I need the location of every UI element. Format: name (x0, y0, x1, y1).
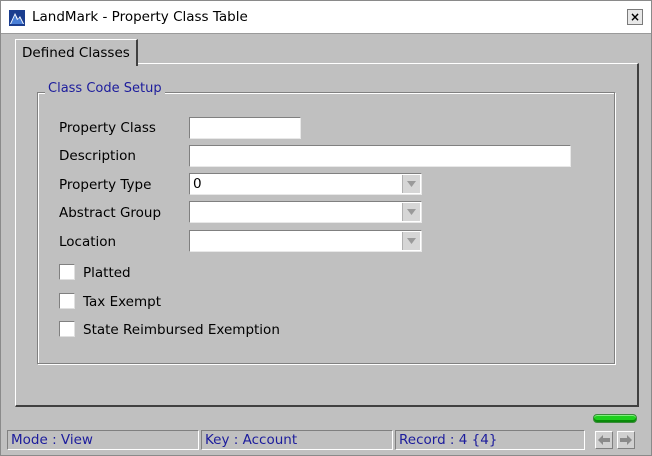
abstract-group-label: Abstract Group (59, 205, 162, 221)
description-label: Description (59, 148, 136, 164)
status-mode: Mode : View (7, 430, 199, 450)
next-record-button[interactable] (617, 431, 635, 449)
property-class-label: Property Class (59, 120, 156, 136)
property-type-select[interactable]: 0 (189, 173, 422, 195)
group-legend: Class Code Setup (45, 81, 165, 96)
description-input[interactable] (189, 145, 571, 167)
tab-defined-classes[interactable]: Defined Classes (15, 39, 138, 66)
property-class-window: LandMark - Property Class Table × Define… (0, 0, 652, 456)
chevron-down-icon (407, 181, 416, 187)
status-indicator (593, 414, 637, 423)
location-select[interactable] (189, 230, 422, 252)
prev-record-button[interactable] (595, 431, 613, 449)
tax-exempt-label: Tax Exempt (83, 294, 161, 310)
location-label: Location (59, 234, 117, 250)
close-button[interactable]: × (627, 9, 643, 25)
arrow-left-icon (598, 435, 610, 445)
abstract-group-select[interactable] (189, 201, 422, 223)
location-dropdown-button[interactable] (402, 232, 420, 250)
platted-label: Platted (83, 265, 131, 281)
chevron-down-icon (407, 209, 416, 215)
property-type-label: Property Type (59, 177, 152, 193)
close-icon: × (629, 10, 641, 24)
property-class-input[interactable] (189, 117, 301, 139)
chevron-down-icon (407, 238, 416, 244)
status-record: Record : 4 {4} (395, 430, 585, 450)
title-bar[interactable]: LandMark - Property Class Table × (1, 1, 651, 34)
abstract-group-dropdown-button[interactable] (402, 203, 420, 221)
status-key: Key : Account (201, 430, 393, 450)
landmark-app-icon (9, 10, 25, 26)
platted-checkbox[interactable] (59, 264, 75, 280)
state-reimbursed-exemption-checkbox[interactable] (59, 321, 75, 337)
arrow-right-icon (620, 435, 632, 445)
property-type-value: 0 (193, 176, 202, 192)
state-reimbursed-exemption-label: State Reimbursed Exemption (83, 322, 280, 338)
tax-exempt-checkbox[interactable] (59, 293, 75, 309)
property-type-dropdown-button[interactable] (402, 175, 420, 193)
window-title: LandMark - Property Class Table (32, 9, 248, 25)
